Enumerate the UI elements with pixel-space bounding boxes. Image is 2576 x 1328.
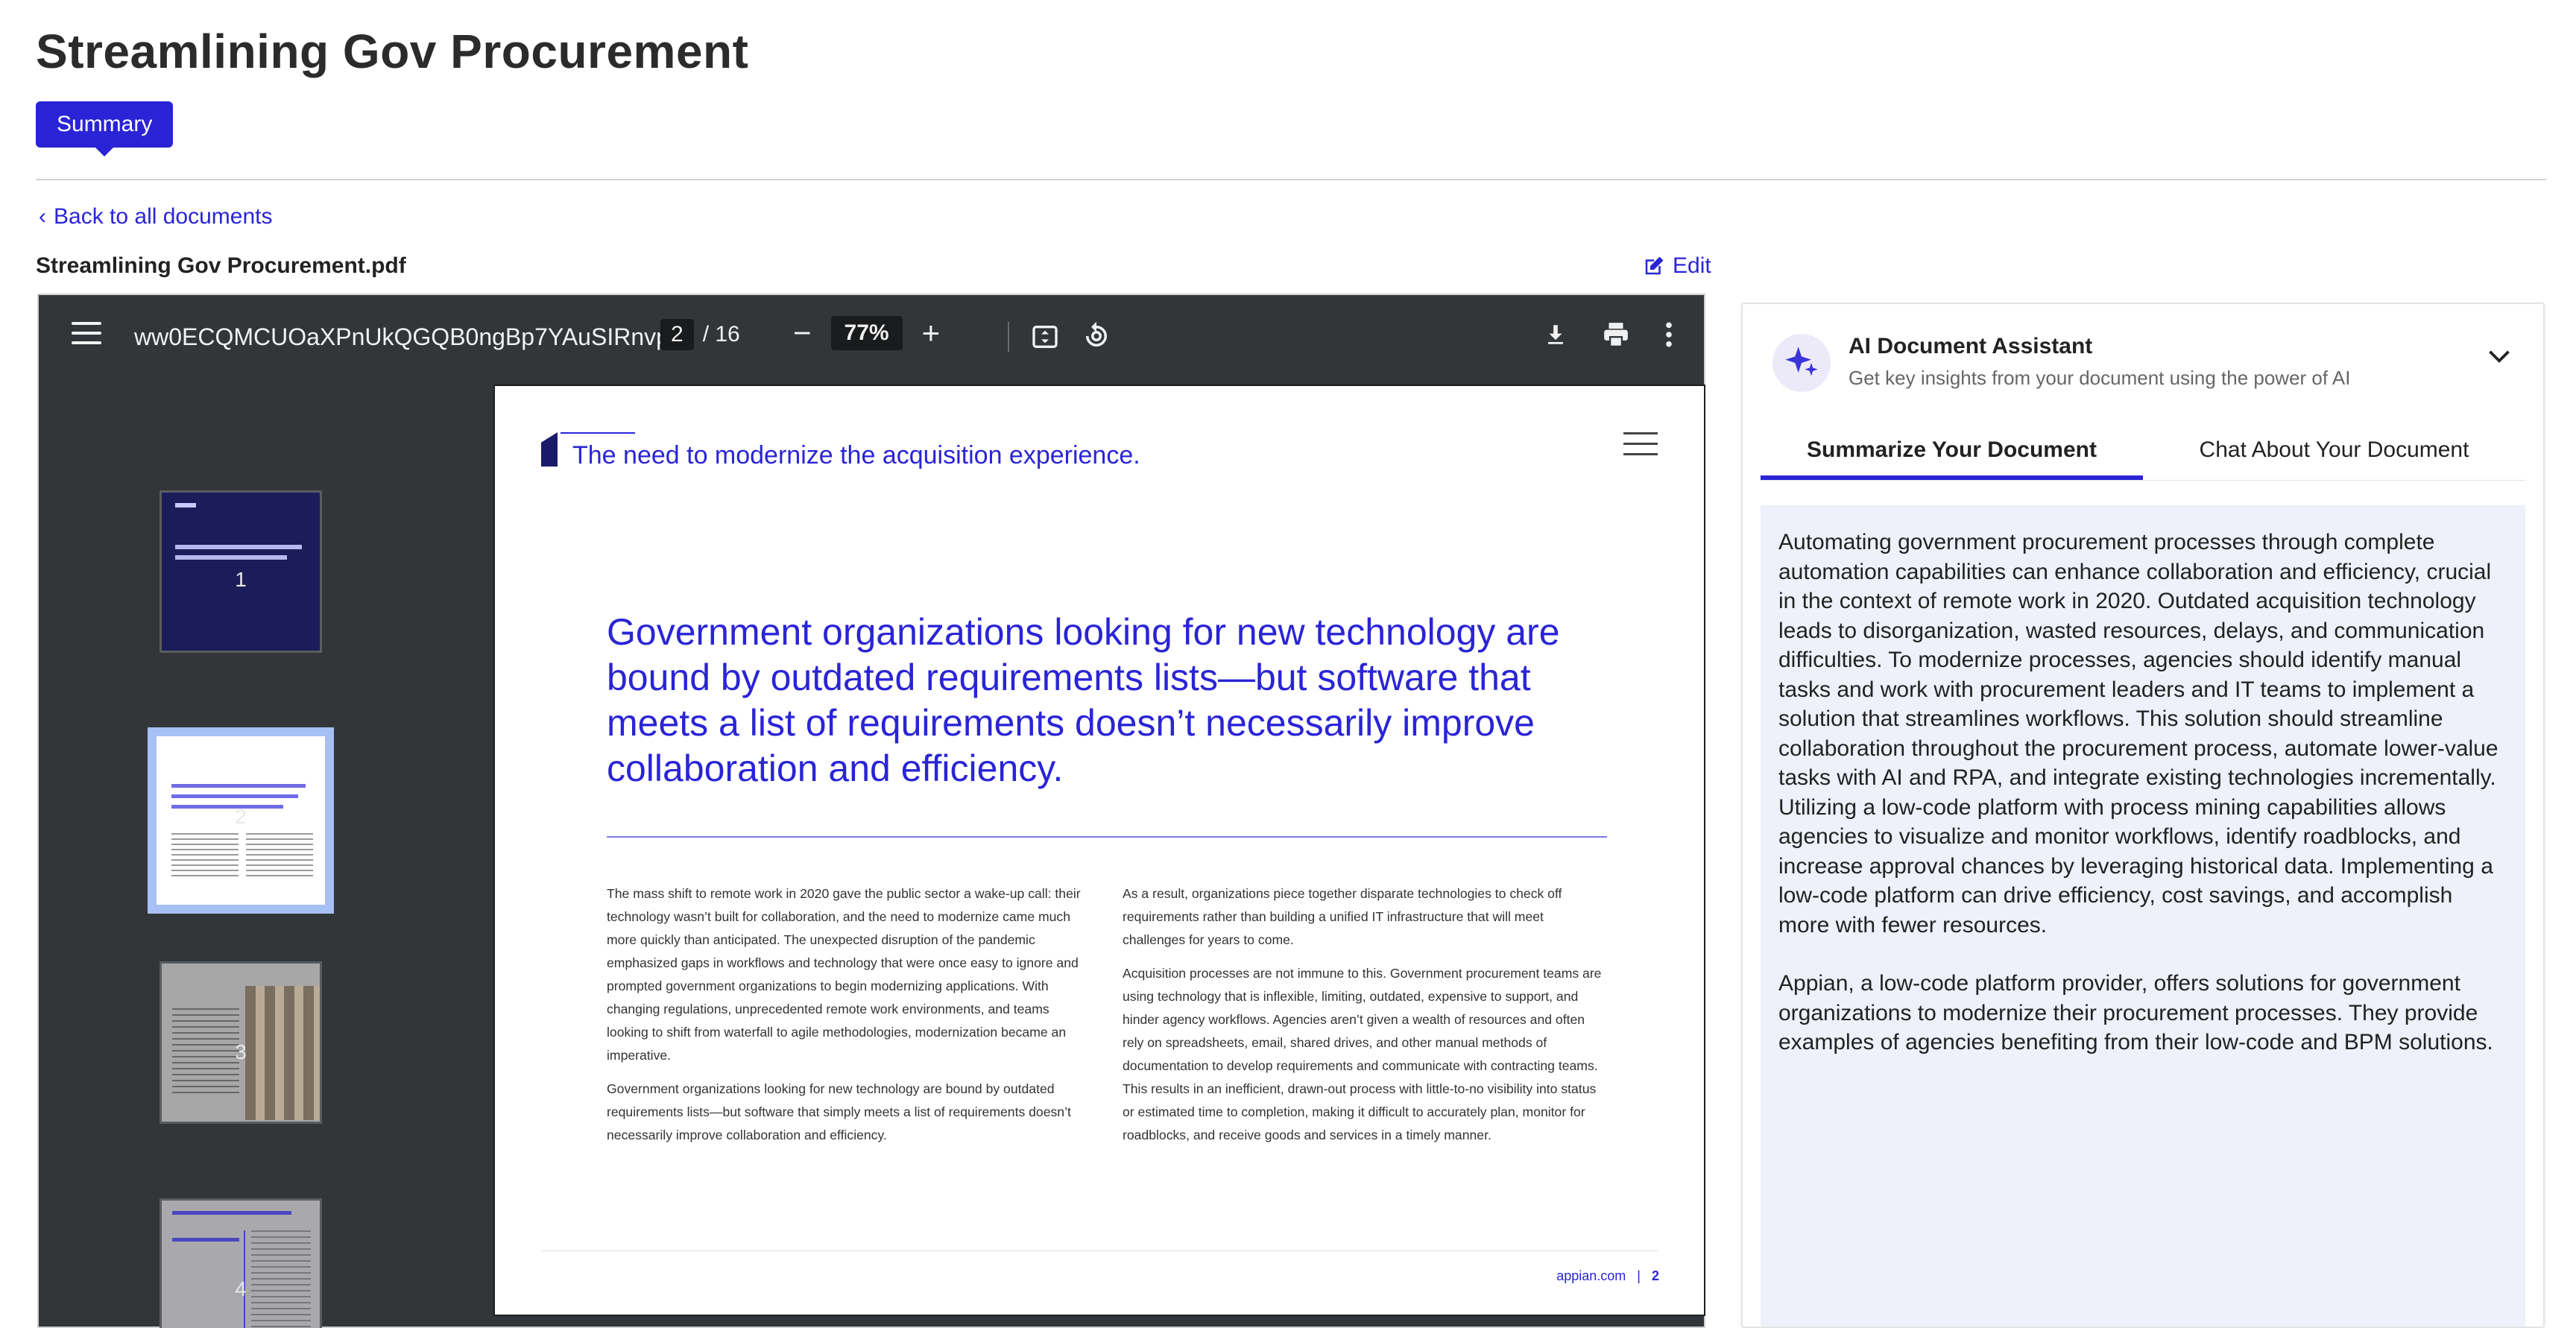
menu-icon[interactable] <box>72 322 101 349</box>
thumbnail-label: 1 <box>235 568 247 591</box>
header-divider <box>36 179 2546 180</box>
body-paragraph: Acquisition processes are not immune to … <box>1123 966 1602 1142</box>
assistant-tabs: Summarize Your Document Chat About Your … <box>1761 428 2525 480</box>
pdf-viewer: ww0ECQMCUOaXPnUkQGQB0ngBp7YAuSIRnvp... 2… <box>37 294 1705 1328</box>
column-right: As a result, organizations piece togethe… <box>1123 882 1607 1157</box>
page-menu-icon <box>1623 432 1658 464</box>
summary-paragraph: Appian, a low-code platform provider, of… <box>1778 971 2493 1055</box>
chevron-down-icon[interactable] <box>2488 349 2510 364</box>
footer-page-number: 2 <box>1651 1268 1659 1283</box>
download-icon[interactable] <box>1543 320 1568 349</box>
tab-summarize-document[interactable]: Summarize Your Document <box>1761 428 2143 480</box>
current-page-input[interactable]: 2 <box>660 319 694 350</box>
pdf-toolbar: ww0ECQMCUOaXPnUkQGQB0ngBp7YAuSIRnvp... 2… <box>39 295 1704 379</box>
footer-rule <box>541 1250 1658 1251</box>
thumbnail-label: 4 <box>235 1277 247 1300</box>
pdf-page: The need to modernize the acquisition ex… <box>493 385 1705 1316</box>
column-left: The mass shift to remote work in 2020 ga… <box>607 882 1091 1157</box>
brand-mark <box>541 432 558 467</box>
zoom-in-button[interactable]: + <box>922 317 941 349</box>
tab-chat-about-document[interactable]: Chat About Your Document <box>2143 428 2525 480</box>
ai-assistant-panel: AI Document Assistant Get key insights f… <box>1741 303 2545 1328</box>
edit-label: Edit <box>1673 253 1711 278</box>
toolbar-actions <box>1543 320 1674 349</box>
body-paragraph: As a result, organizations piece togethe… <box>1123 886 1562 947</box>
edit-button[interactable]: Edit <box>1643 253 1711 279</box>
thumbnail-page-4[interactable] <box>160 1198 322 1328</box>
headline-rule <box>607 836 1607 838</box>
zoom-level-input[interactable]: 77% <box>830 316 903 350</box>
page-headline: Government organizations looking for new… <box>607 611 1560 789</box>
header-rule <box>561 432 635 434</box>
file-name: Streamlining Gov Procurement.pdf <box>36 253 406 278</box>
footer-separator: | <box>1637 1268 1641 1283</box>
summary-paragraph: Automating government procurement proces… <box>1778 530 2498 937</box>
zoom-controls: − 77% + <box>793 316 940 350</box>
thumbnail-sidebar: 1 2 3 4 <box>39 379 489 1328</box>
back-link-label: Back to all documents <box>54 204 273 229</box>
edit-icon <box>1645 256 1664 275</box>
document-summary: Automating government procurement proces… <box>1761 505 2525 1327</box>
assistant-subtitle: Get key insights from your document usin… <box>1849 367 2351 389</box>
print-icon[interactable] <box>1601 320 1631 349</box>
page-header: The need to modernize the acquisition ex… <box>572 441 1140 469</box>
toolbar-separator <box>1008 322 1009 352</box>
fit-page-icon[interactable] <box>1030 322 1060 352</box>
page-title: Streamlining Gov Procurement <box>36 25 749 78</box>
chevron-left-icon: ‹ <box>39 204 46 229</box>
pdf-doc-title: ww0ECQMCUOaXPnUkQGQB0ngBp7YAuSIRnvp... <box>134 323 689 350</box>
assistant-title: AI Document Assistant <box>1849 334 2093 358</box>
back-to-documents-link[interactable]: ‹ Back to all documents <box>39 204 272 230</box>
page-footer: appian.com | 2 <box>1556 1268 1659 1284</box>
sparkle-icon <box>1772 334 1831 392</box>
page-indicator: 2 / 16 <box>660 319 740 350</box>
tab-summary[interactable]: Summary <box>36 101 174 156</box>
page-total: / 16 <box>702 322 740 347</box>
tabs-divider <box>1761 480 2525 481</box>
thumbnail-label: 2 <box>235 805 247 828</box>
body-paragraph: The mass shift to remote work in 2020 ga… <box>607 886 1081 1063</box>
zoom-out-button[interactable]: − <box>793 317 812 349</box>
rotate-icon[interactable] <box>1081 320 1112 352</box>
thumbnail-label: 3 <box>235 1040 247 1063</box>
more-vert-icon[interactable] <box>1664 320 1674 349</box>
body-paragraph: Government organizations looking for new… <box>607 1081 1071 1142</box>
footer-site: appian.com <box>1556 1268 1626 1283</box>
